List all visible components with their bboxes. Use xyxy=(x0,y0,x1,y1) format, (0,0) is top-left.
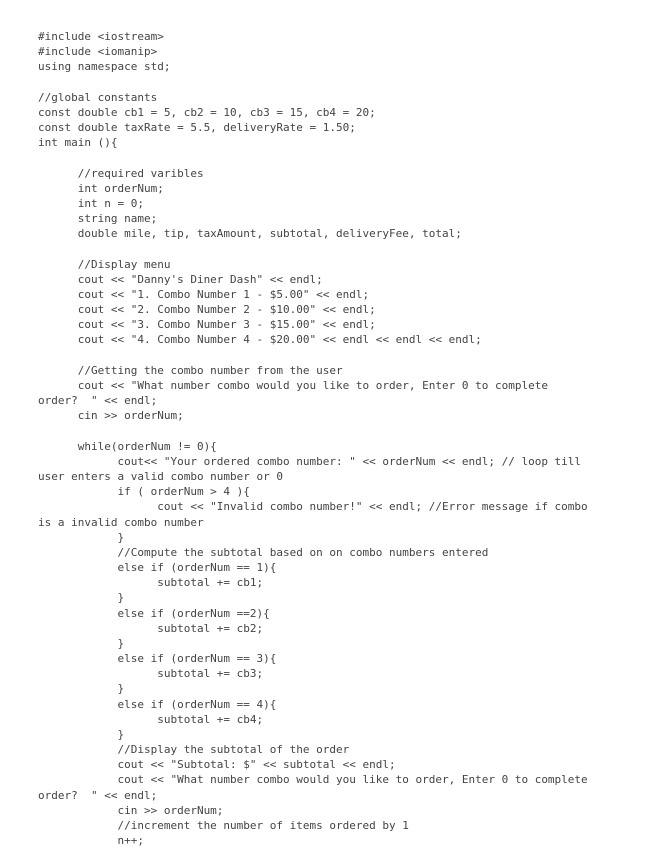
code-block: #include <iostream> #include <iomanip> u… xyxy=(0,11,647,860)
